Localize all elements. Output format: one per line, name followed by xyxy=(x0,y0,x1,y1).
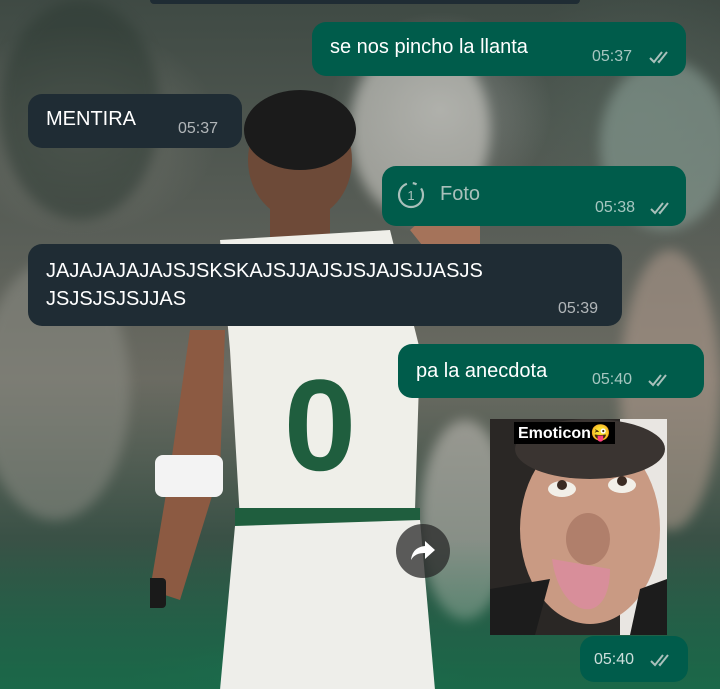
view-once-icon[interactable]: 1 xyxy=(396,180,426,210)
message-text-line-2: JSJSJSJSJJAS xyxy=(46,288,187,310)
message-text: MENTIRA xyxy=(46,108,136,130)
previous-message-edge xyxy=(150,0,580,4)
sticker-image[interactable] xyxy=(490,419,667,635)
message-text: pa la anecdota xyxy=(416,360,548,382)
read-ticks-icon xyxy=(650,202,669,215)
sticker-caption: Emoticon😜 xyxy=(514,422,615,444)
message-text: se nos pincho la llanta xyxy=(330,36,528,58)
svg-text:0: 0 xyxy=(284,352,356,498)
view-once-badge: 1 xyxy=(407,188,414,203)
message-time: 05:40 xyxy=(594,651,635,668)
message-time: 05:37 xyxy=(178,120,219,137)
message-time: 05:39 xyxy=(558,300,599,317)
message-incoming-1[interactable]: MENTIRA 05:37 xyxy=(28,94,242,148)
forward-button[interactable] xyxy=(396,524,450,578)
message-time: 05:37 xyxy=(592,48,633,65)
read-ticks-icon xyxy=(648,374,667,387)
message-text: Foto xyxy=(440,183,481,205)
sticker-face xyxy=(490,419,667,635)
message-incoming-2[interactable]: JAJAJAJAJAJSJSKSKAJSJJAJSJSJAJSJJASJS JS… xyxy=(28,244,622,326)
message-time: 05:40 xyxy=(592,371,633,388)
read-ticks-icon xyxy=(649,51,668,64)
message-time: 05:38 xyxy=(595,199,636,216)
message-outgoing-view-once[interactable]: 1 Foto 05:38 xyxy=(382,166,686,226)
read-ticks-icon xyxy=(650,654,669,667)
forward-arrow-icon xyxy=(411,541,435,560)
message-outgoing-2[interactable]: pa la anecdota 05:40 xyxy=(398,344,704,398)
message-outgoing-1[interactable]: se nos pincho la llanta 05:37 xyxy=(312,22,686,76)
message-text-line-1: JAJAJAJAJAJSJSKSKAJSJJAJSJSJAJSJJASJS xyxy=(46,260,483,282)
sticker-time-badge: 05:40 xyxy=(580,636,688,682)
